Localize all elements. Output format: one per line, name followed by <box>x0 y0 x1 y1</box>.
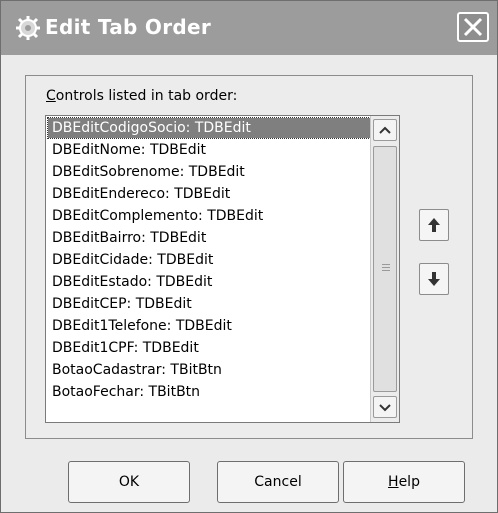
close-icon <box>463 17 483 37</box>
help-button[interactable]: Help <box>343 461 465 503</box>
arrow-up-icon <box>428 218 440 232</box>
scroll-thumb[interactable] <box>373 146 397 392</box>
list-item[interactable]: DBEditEstado: TDBEdit <box>48 272 374 292</box>
title-bar[interactable]: Edit Tab Order <box>1 1 497 55</box>
list-scrollbar[interactable] <box>370 116 399 422</box>
scroll-up-button[interactable] <box>373 119 397 141</box>
list-item[interactable]: DBEditSobrenome: TDBEdit <box>48 162 374 182</box>
move-up-button[interactable] <box>419 209 449 241</box>
list-item[interactable]: DBEditEndereco: TDBEdit <box>48 184 374 204</box>
dialog-body: Controls listed in tab order: DBEditCodi… <box>1 55 497 512</box>
move-down-button[interactable] <box>419 263 449 295</box>
cancel-button[interactable]: Cancel <box>217 461 339 503</box>
list-item[interactable]: BotaoCadastrar: TBitBtn <box>48 360 374 380</box>
edit-tab-order-dialog: Edit Tab Order Controls listed in tab or… <box>0 0 498 513</box>
list-item[interactable]: DBEditCEP: TDBEdit <box>48 294 374 314</box>
scroll-down-button[interactable] <box>373 396 397 418</box>
list-item[interactable]: DBEditNome: TDBEdit <box>48 140 374 160</box>
gear-icon <box>15 15 41 41</box>
controls-list-label: Controls listed in tab order: <box>46 88 238 104</box>
list-item[interactable]: DBEdit1Telefone: TDBEdit <box>48 316 374 336</box>
list-item[interactable]: BotaoFechar: TBitBtn <box>48 382 374 402</box>
list-item[interactable]: DBEditComplemento: TDBEdit <box>48 206 374 226</box>
list-item[interactable]: DBEdit1CPF: TDBEdit <box>48 338 374 358</box>
controls-listbox[interactable]: DBEditCodigoSocio: TDBEdit DBEditNome: T… <box>45 115 400 423</box>
chevron-down-icon <box>379 404 391 412</box>
list-item[interactable]: DBEditCidade: TDBEdit <box>48 250 374 270</box>
chevron-up-icon <box>379 126 391 134</box>
list-item[interactable]: DBEditBairro: TDBEdit <box>48 228 374 248</box>
window-title: Edit Tab Order <box>45 15 212 39</box>
close-button[interactable] <box>457 12 489 42</box>
list-item[interactable]: DBEditCodigoSocio: TDBEdit <box>47 117 375 139</box>
arrow-down-icon <box>428 272 440 286</box>
ok-button[interactable]: OK <box>68 461 190 503</box>
